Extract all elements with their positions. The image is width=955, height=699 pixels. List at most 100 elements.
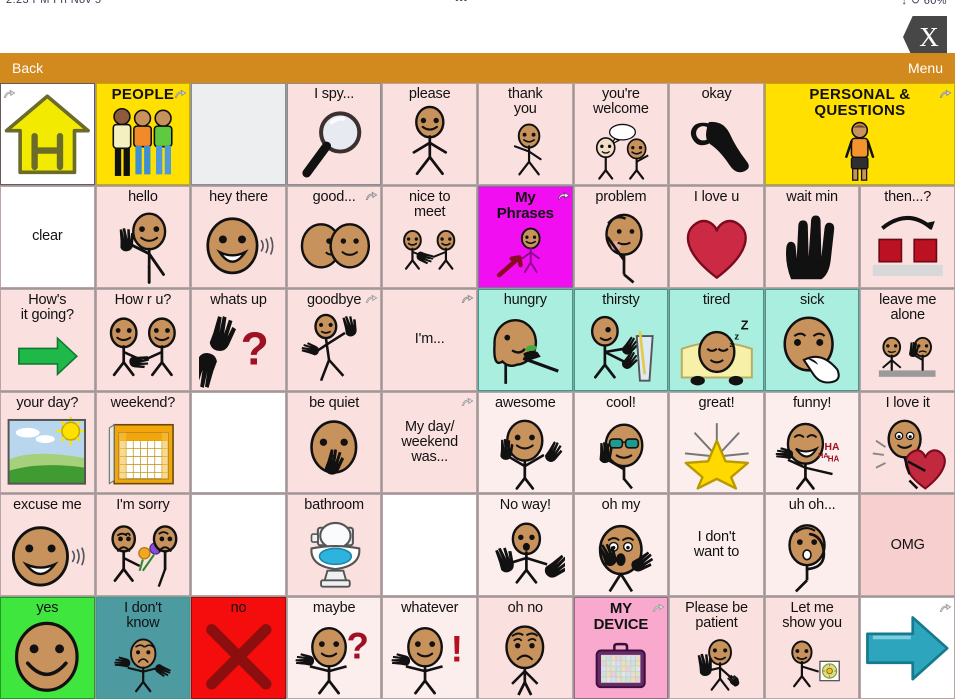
grid-cell-im-sorry[interactable]: I'm sorry <box>95 494 191 597</box>
cell-label: How r u? <box>114 291 172 308</box>
heart-icon <box>670 205 763 287</box>
grid-cell-oh-no[interactable]: oh no <box>477 597 573 699</box>
device-icon <box>575 633 668 698</box>
hug-heart-icon <box>861 411 954 493</box>
back-button[interactable]: Back <box>12 60 43 76</box>
grid-cell-funny[interactable]: funny! HA HA HA <box>764 391 860 494</box>
cell-label: your day? <box>16 394 79 411</box>
cell-label: maybe <box>312 600 356 617</box>
grid-cell-goodbye[interactable]: goodbye <box>286 288 382 391</box>
grid-cell-hows-it-going[interactable]: How's it going? <box>0 288 95 391</box>
person-please-icon <box>383 102 476 184</box>
grid-cell-youre-welcome[interactable]: you're welcome <box>573 83 669 185</box>
grid-cell-no-way[interactable]: No way! <box>477 494 573 597</box>
cell-label: I'm... <box>414 330 445 347</box>
grid-cell-cool[interactable]: cool! <box>573 391 669 494</box>
grid-cell-i-spy[interactable]: I spy... <box>286 83 382 185</box>
grid-cell-how-r-u[interactable]: How r u? <box>95 288 191 391</box>
maybe-question-icon: ? <box>288 616 381 698</box>
x-mark-icon <box>192 616 285 698</box>
cell-label: Let me show you <box>782 600 842 632</box>
quiet-face-icon <box>288 411 381 493</box>
cell-label: hello <box>128 188 158 205</box>
grid-cell-my-phrases[interactable]: My Phrases <box>477 185 573 288</box>
grid-cell-whatever[interactable]: whatever! <box>382 597 477 699</box>
grid-cell-my-device[interactable]: MY DEVICE <box>573 597 669 699</box>
grid-cell-leave-me-alone[interactable]: leave me alone <box>860 288 955 391</box>
svg-text:?: ? <box>347 626 369 667</box>
grid-cell-hungry[interactable]: hungry <box>477 288 573 391</box>
calendar-icon <box>97 411 190 493</box>
grid-cell-your-day[interactable]: your day? <box>0 391 95 494</box>
grid-cell-please[interactable]: please <box>382 83 477 185</box>
leave-alone-icon <box>861 323 954 389</box>
folder-link-icon <box>365 189 378 201</box>
cell-label: I don't know <box>124 600 162 632</box>
grid-cell-oh-my[interactable]: oh my <box>573 494 669 597</box>
grid-cell-yes[interactable]: yes <box>0 597 95 699</box>
menu-button[interactable]: Menu <box>908 60 943 76</box>
grid-cell-whats-up[interactable]: whats up? <box>191 288 286 391</box>
grid-cell-nice-to-meet[interactable]: nice to meet <box>382 185 477 288</box>
hand-stop-icon <box>766 205 859 287</box>
cell-label: be quiet <box>309 394 360 411</box>
grid-cell-i-love-u[interactable]: I love u <box>669 185 764 288</box>
grid-cell-no[interactable]: no <box>191 597 286 699</box>
grid-cell-thank-you[interactable]: thank you <box>477 83 573 185</box>
cell-label: How's it going? <box>20 291 74 323</box>
link-arrow-icon <box>557 189 570 201</box>
grid-cell-im[interactable]: I'm... <box>382 288 477 391</box>
grid-cell-be-quiet[interactable]: be quiet <box>286 391 382 494</box>
sick-face-icon <box>766 308 859 390</box>
grid-cell-omg[interactable]: OMG <box>860 494 955 597</box>
grid-cell-then[interactable]: then...? <box>860 185 955 288</box>
grid-cell-maybe[interactable]: maybe? <box>286 597 382 699</box>
cell-label: goodbye <box>306 291 362 308</box>
thumbs-up-two-icon <box>479 411 572 493</box>
landscape-icon <box>1 411 94 493</box>
status-center-dots: ••• <box>455 0 468 6</box>
cell-label: Please be patient <box>685 600 748 632</box>
grid-cell-bathroom[interactable]: bathroom <box>286 494 382 597</box>
grid-cell-uh-oh[interactable]: uh oh... <box>764 494 860 597</box>
close-icon[interactable]: X <box>903 16 947 58</box>
cell-label: great! <box>698 394 735 411</box>
cell-label: please <box>408 86 451 102</box>
grid-cell-okay[interactable]: okay <box>669 83 764 185</box>
grid-cell-i-dont-want-to[interactable]: I don't want to <box>669 494 764 597</box>
grid-cell-hey-there[interactable]: hey there <box>191 185 286 288</box>
grid-cell-my-day-weekend-was[interactable]: My day/ weekend was... <box>382 391 477 494</box>
grid-cell-good[interactable]: good... <box>286 185 382 288</box>
cell-label: oh no <box>507 600 543 617</box>
grid-cell-hello[interactable]: hello <box>95 185 191 288</box>
grid-cell-sick[interactable]: sick <box>764 288 860 391</box>
grid-cell-let-me-show-you[interactable]: Let me show you <box>764 597 860 699</box>
grid-cell-please-be-patient[interactable]: Please be patient <box>669 597 764 699</box>
grid-cell-home[interactable] <box>0 83 95 185</box>
grid-cell-i-dont-know[interactable]: I don't know <box>95 597 191 699</box>
grid-cell-wait-min[interactable]: wait min <box>764 185 860 288</box>
communication-grid: PEOPLE I spy... please thank you you're welc… <box>0 83 955 699</box>
cell-label: I love u <box>693 188 740 205</box>
grid-cell-thirsty[interactable]: thirsty <box>573 288 669 391</box>
grid-cell-tired[interactable]: tired Zz z <box>669 288 764 391</box>
cell-label: I don't want to <box>693 529 740 561</box>
cell-label: MY DEVICE <box>593 600 649 633</box>
shrug-icon <box>97 632 190 698</box>
grid-cell-weekend[interactable]: weekend? <box>95 391 191 494</box>
folder-link-icon <box>174 86 187 98</box>
grid-cell-awesome[interactable]: awesome <box>477 391 573 494</box>
grid-cell-clear[interactable]: clear <box>0 185 95 288</box>
cell-label: My Phrases <box>496 188 554 222</box>
grid-cell-excuse-me[interactable]: excuse me <box>0 494 95 597</box>
grid-cell-next-page[interactable] <box>860 597 955 699</box>
whatever-icon: ! <box>383 616 476 698</box>
grid-cell-i-love-it[interactable]: I love it <box>860 391 955 494</box>
grid-cell-great[interactable]: great! <box>669 391 764 494</box>
cell-label: cool! <box>606 394 636 411</box>
patient-icon <box>670 632 763 698</box>
cell-label: hey there <box>209 188 268 205</box>
grid-cell-problem[interactable]: problem <box>573 185 669 288</box>
grid-cell-people[interactable]: PEOPLE <box>95 83 191 185</box>
grid-cell-personal-questions[interactable]: PERSONAL & QUESTIONS <box>764 83 955 185</box>
